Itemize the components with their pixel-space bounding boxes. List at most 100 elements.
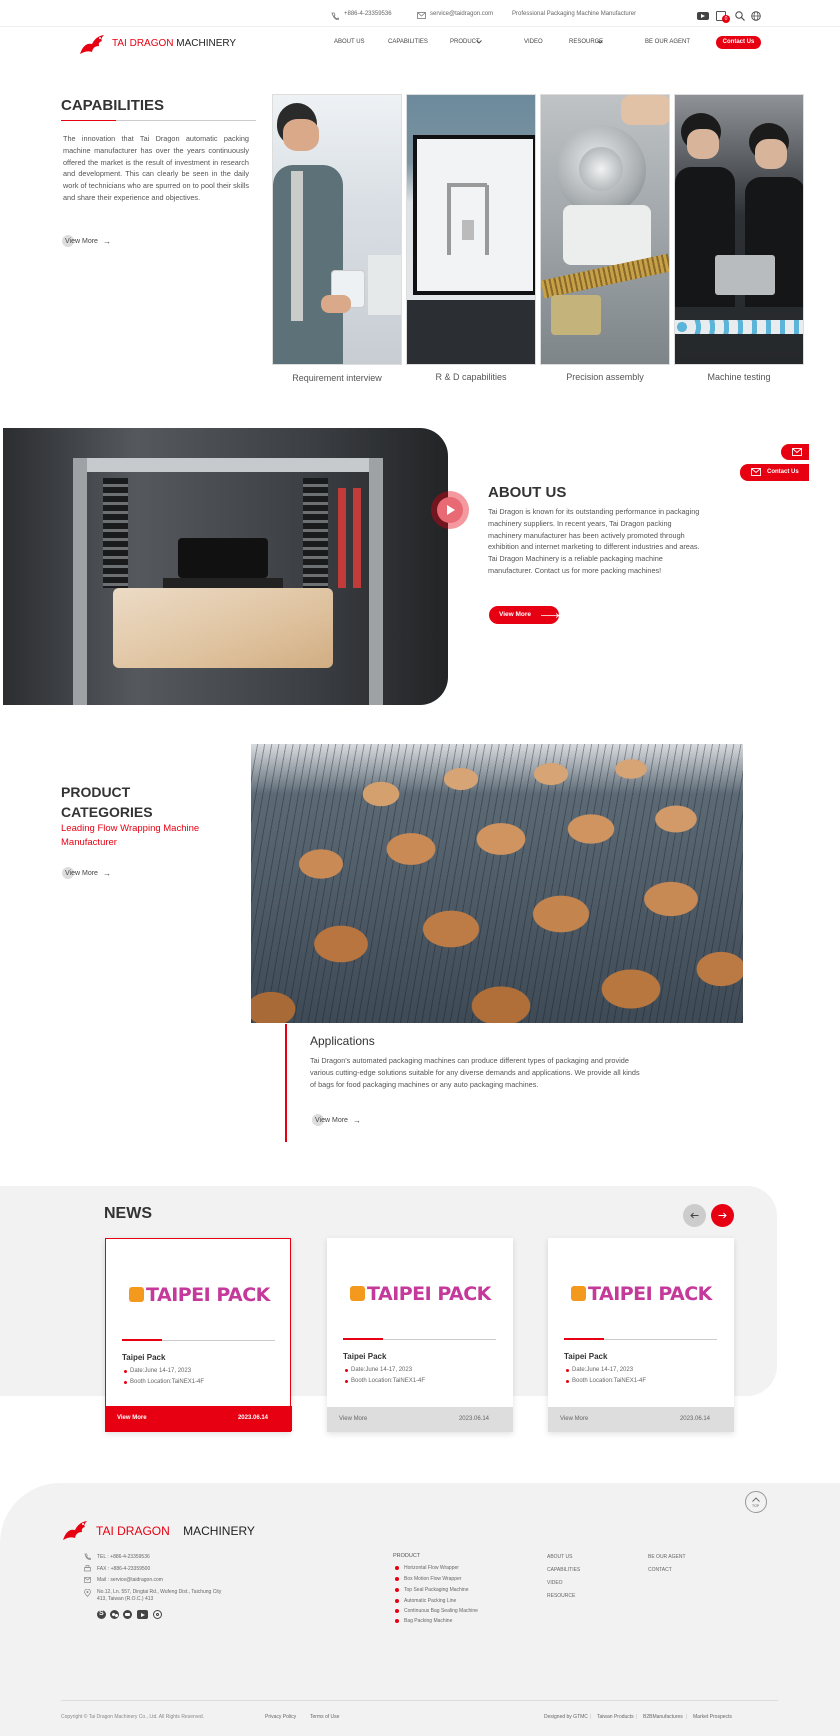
chevron-up-icon xyxy=(752,1497,760,1502)
terms-link[interactable]: Terms of Use xyxy=(310,1714,339,1720)
location-pin-icon xyxy=(84,1589,91,1597)
arrow-right-icon: → xyxy=(102,237,111,246)
nav-capabilities[interactable]: CAPABILITIES xyxy=(388,39,428,45)
news-card[interactable]: TAIPEI PACK Taipei Pack Date:June 14-17,… xyxy=(327,1238,513,1432)
back-to-top-button[interactable]: TOP xyxy=(745,1491,767,1513)
phone-icon xyxy=(331,12,339,20)
news-card-booth-line: Booth Location:TaiNEX1-4F xyxy=(344,1378,426,1384)
top-bar: +886-4-23359536 service@taidragon.com Pr… xyxy=(0,0,840,27)
separator: | xyxy=(590,1714,592,1720)
news-card-footer: View More 2023.06.14 xyxy=(327,1407,513,1432)
about-view-more-label: View More xyxy=(498,611,532,618)
page: { "topbar": { "phone": "+886-4-23359536"… xyxy=(0,0,840,1736)
site-logo[interactable]: TAI DRAGON MACHINERY xyxy=(112,38,236,49)
footer-mail[interactable]: Mail : service@taidragon.com xyxy=(97,1577,163,1583)
privacy-policy-link[interactable]: Privacy Policy xyxy=(265,1714,296,1720)
footer-link-resource[interactable]: RESOURCE xyxy=(547,1593,575,1599)
footer-link-capabilities[interactable]: CAPABILITIES xyxy=(547,1567,580,1573)
line-icon[interactable] xyxy=(123,1610,132,1619)
about-paragraph-2: Tai Dragon Machinery is a reliable packa… xyxy=(488,554,663,575)
footer-product-link[interactable]: Box Motion Flow Wrapper xyxy=(394,1576,461,1582)
mail-icon xyxy=(417,12,426,19)
whatsapp-icon[interactable] xyxy=(153,1610,162,1619)
footer-product-link[interactable]: Automatic Packing Line xyxy=(394,1598,456,1604)
caption-machine-testing: Machine testing xyxy=(707,372,771,382)
tagline: Professional Packaging Machine Manufactu… xyxy=(512,11,637,17)
footer-link-about[interactable]: ABOUT US xyxy=(547,1554,572,1560)
side-mail-button[interactable] xyxy=(781,444,809,460)
footer-product-heading[interactable]: PRODUCT xyxy=(393,1553,420,1559)
arrow-right-icon xyxy=(718,1212,727,1219)
logo-text-black: MACHINERY xyxy=(176,38,237,49)
credit-link[interactable]: B2BManufactures xyxy=(643,1714,683,1720)
applications-view-more[interactable]: View More → xyxy=(312,1114,361,1126)
card-divider xyxy=(122,1339,275,1341)
news-card-title: Taipei Pack xyxy=(564,1352,608,1361)
play-icon xyxy=(447,505,455,515)
divider-accent xyxy=(61,120,116,121)
view-more-label: View More xyxy=(65,238,98,245)
news-card-footer: View More 2023.06.14 xyxy=(548,1407,734,1432)
phone-number[interactable]: +886-4-23359536 xyxy=(344,11,392,17)
footer-tel[interactable]: TEL : +886-4-23359536 xyxy=(97,1554,150,1560)
skype-icon[interactable]: S xyxy=(97,1610,106,1619)
news-card-booth-line: Booth Location:TaiNEX1-4F xyxy=(123,1379,205,1385)
footer-link-agent[interactable]: BE OUR AGENT xyxy=(648,1554,686,1560)
news-card-title: Taipei Pack xyxy=(122,1353,166,1362)
card-divider xyxy=(343,1338,496,1340)
footer-link-contact[interactable]: CONTACT xyxy=(648,1567,672,1573)
email-link[interactable]: service@taidragon.com xyxy=(430,11,493,17)
news-card[interactable]: TAIPEI PACK Taipei Pack Date:June 14-17,… xyxy=(548,1238,734,1432)
chevron-down-icon xyxy=(597,40,603,44)
news-logo-text: TAIPEI PACK xyxy=(146,1284,270,1306)
contact-us-button[interactable]: Contact Us xyxy=(716,36,761,49)
news-card-view-more[interactable]: View More xyxy=(339,1416,367,1422)
buns-conveyor-photo xyxy=(251,744,743,1023)
news-card[interactable]: TAIPEI PACK Taipei Pack Date:June 14-17,… xyxy=(105,1238,292,1432)
credit-link[interactable]: Taiwan Products xyxy=(597,1714,634,1720)
side-contact-label: Contact Us xyxy=(767,469,799,475)
dragon-logo-icon[interactable] xyxy=(78,32,108,57)
youtube-icon[interactable] xyxy=(137,1610,148,1619)
card-divider xyxy=(564,1338,717,1340)
about-machine-photo xyxy=(3,428,448,705)
news-card-booth-line: Booth Location:TaiNEX1-4F xyxy=(565,1378,647,1384)
logo-text-red: TAI DRAGON xyxy=(96,1524,170,1538)
play-button[interactable] xyxy=(431,491,469,529)
footer-link-video[interactable]: VIDEO xyxy=(547,1580,563,1586)
footer-product-link[interactable]: Continuous Bag Sealing Machine xyxy=(395,1608,478,1614)
caption-rd-capabilities: R & D capabilities xyxy=(435,372,507,382)
credit-link[interactable]: Market Prospects xyxy=(693,1714,732,1720)
nav-be-our-agent[interactable]: BE OUR AGENT xyxy=(645,39,690,45)
credit-link[interactable]: Designed by GTMC xyxy=(544,1714,588,1720)
news-logo-text: TAIPEI PACK xyxy=(367,1283,491,1305)
footer-product-link[interactable]: Top Seal Packaging Machine xyxy=(395,1587,469,1593)
news-card-footer: View More 2023.06.14 xyxy=(106,1406,292,1431)
nav-video[interactable]: VIDEO xyxy=(524,39,543,45)
logo-text-red: TAI DRAGON xyxy=(112,38,174,49)
products-view-more[interactable]: View More → xyxy=(62,867,111,879)
side-contact-button[interactable]: Contact Us xyxy=(740,464,809,481)
news-logo-text: TAIPEI PACK xyxy=(588,1283,712,1305)
news-card-title: Taipei Pack xyxy=(343,1352,387,1361)
news-card-view-more[interactable]: View More xyxy=(117,1415,147,1421)
dragon-logo-icon[interactable] xyxy=(61,1518,91,1543)
copyright: Copyright © Tai Dragon Machinery Co., Lt… xyxy=(61,1714,205,1720)
wechat-icon[interactable] xyxy=(110,1610,119,1619)
capabilities-view-more[interactable]: View More → xyxy=(62,235,111,247)
caption-requirement-interview: Requirement interview xyxy=(292,373,382,383)
news-next-button[interactable] xyxy=(711,1204,734,1227)
news-prev-button[interactable] xyxy=(683,1204,706,1227)
footer-logo[interactable]: TAI DRAGON MACHINERY xyxy=(96,1524,255,1538)
footer-product-link[interactable]: Bag Packing Machine xyxy=(394,1618,452,1624)
about-view-more-button[interactable]: View More xyxy=(489,606,560,624)
news-card-view-more[interactable]: View More xyxy=(560,1416,588,1422)
mail-icon xyxy=(792,448,802,456)
capabilities-title: CAPABILITIES xyxy=(61,97,165,114)
arrow-left-icon xyxy=(690,1212,699,1219)
nav-about-us[interactable]: ABOUT US xyxy=(334,39,365,45)
youtube-icon[interactable] xyxy=(697,12,709,20)
footer-product-link[interactable]: Horizontal Flow Wrapper xyxy=(395,1565,459,1571)
search-icon[interactable] xyxy=(735,11,745,21)
globe-icon[interactable] xyxy=(751,11,761,21)
